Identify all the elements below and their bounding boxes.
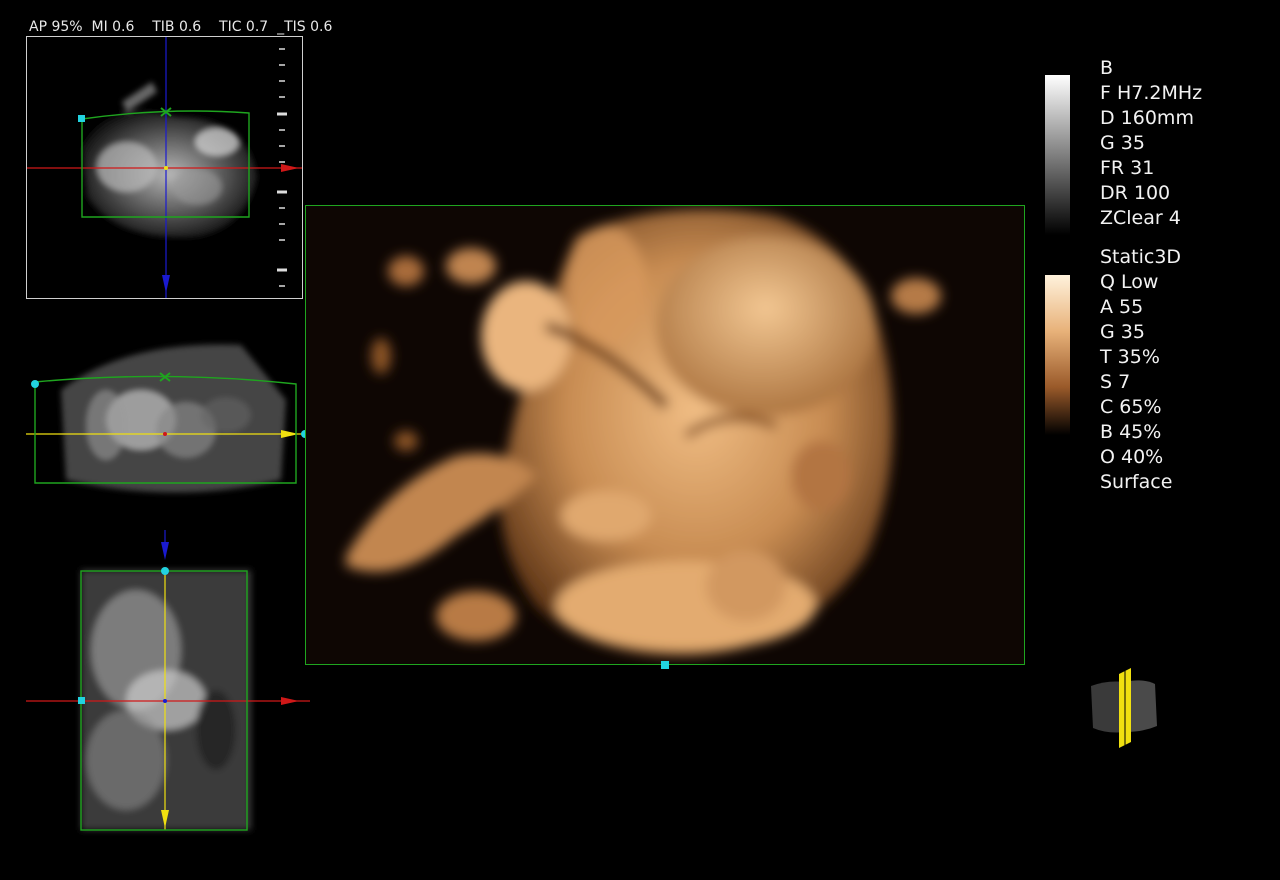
bmode-param: FR 31 <box>1100 157 1155 179</box>
render-param: T 35% <box>1100 346 1160 368</box>
acoustic-output-readout: AP 95% MI 0.6 TIB 0.6 TIC 0.7 _TIS 0.6 <box>29 19 333 35</box>
render-param: B 45% <box>1100 421 1162 443</box>
render-param: S 7 <box>1100 371 1131 393</box>
mpr-pane-b-image <box>26 344 310 493</box>
bmode-param: DR 100 <box>1100 182 1171 204</box>
render-param: O 40% <box>1100 446 1164 468</box>
render-param: Q Low <box>1100 271 1159 293</box>
render-parameters: Static3D Q Low A 55 G 35 T 35% S 7 C 65%… <box>1100 245 1181 495</box>
volume-render-view[interactable] <box>305 205 1025 665</box>
mpr-pane-a-image <box>27 37 302 298</box>
render-box-handle[interactable] <box>661 661 669 669</box>
mpr-pane-c-image <box>26 530 310 831</box>
render-param: Surface <box>1100 471 1173 493</box>
render-param: Static3D <box>1100 246 1182 268</box>
render-param: G 35 <box>1100 321 1145 343</box>
mpr-pane-b[interactable] <box>26 330 310 510</box>
render-param: A 55 <box>1100 296 1144 318</box>
bmode-param: G 35 <box>1100 132 1145 154</box>
orientation-cube-icon[interactable] <box>1085 662 1165 752</box>
render-param: C 65% <box>1100 396 1162 418</box>
mpr-pane-c[interactable] <box>26 530 310 842</box>
bmode-param: B <box>1100 57 1114 79</box>
render-colormap-bar <box>1045 275 1070 435</box>
volume-render-image <box>346 209 941 657</box>
bmode-param: ZClear 4 <box>1100 207 1181 229</box>
bmode-parameters: B F H7.2MHz D 160mm G 35 FR 31 DR 100 ZC… <box>1100 56 1202 231</box>
bmode-param: F H7.2MHz <box>1100 82 1203 104</box>
bmode-param: D 160mm <box>1100 107 1194 129</box>
mpr-pane-a[interactable] <box>26 36 303 299</box>
grayscale-bar <box>1045 75 1070 235</box>
